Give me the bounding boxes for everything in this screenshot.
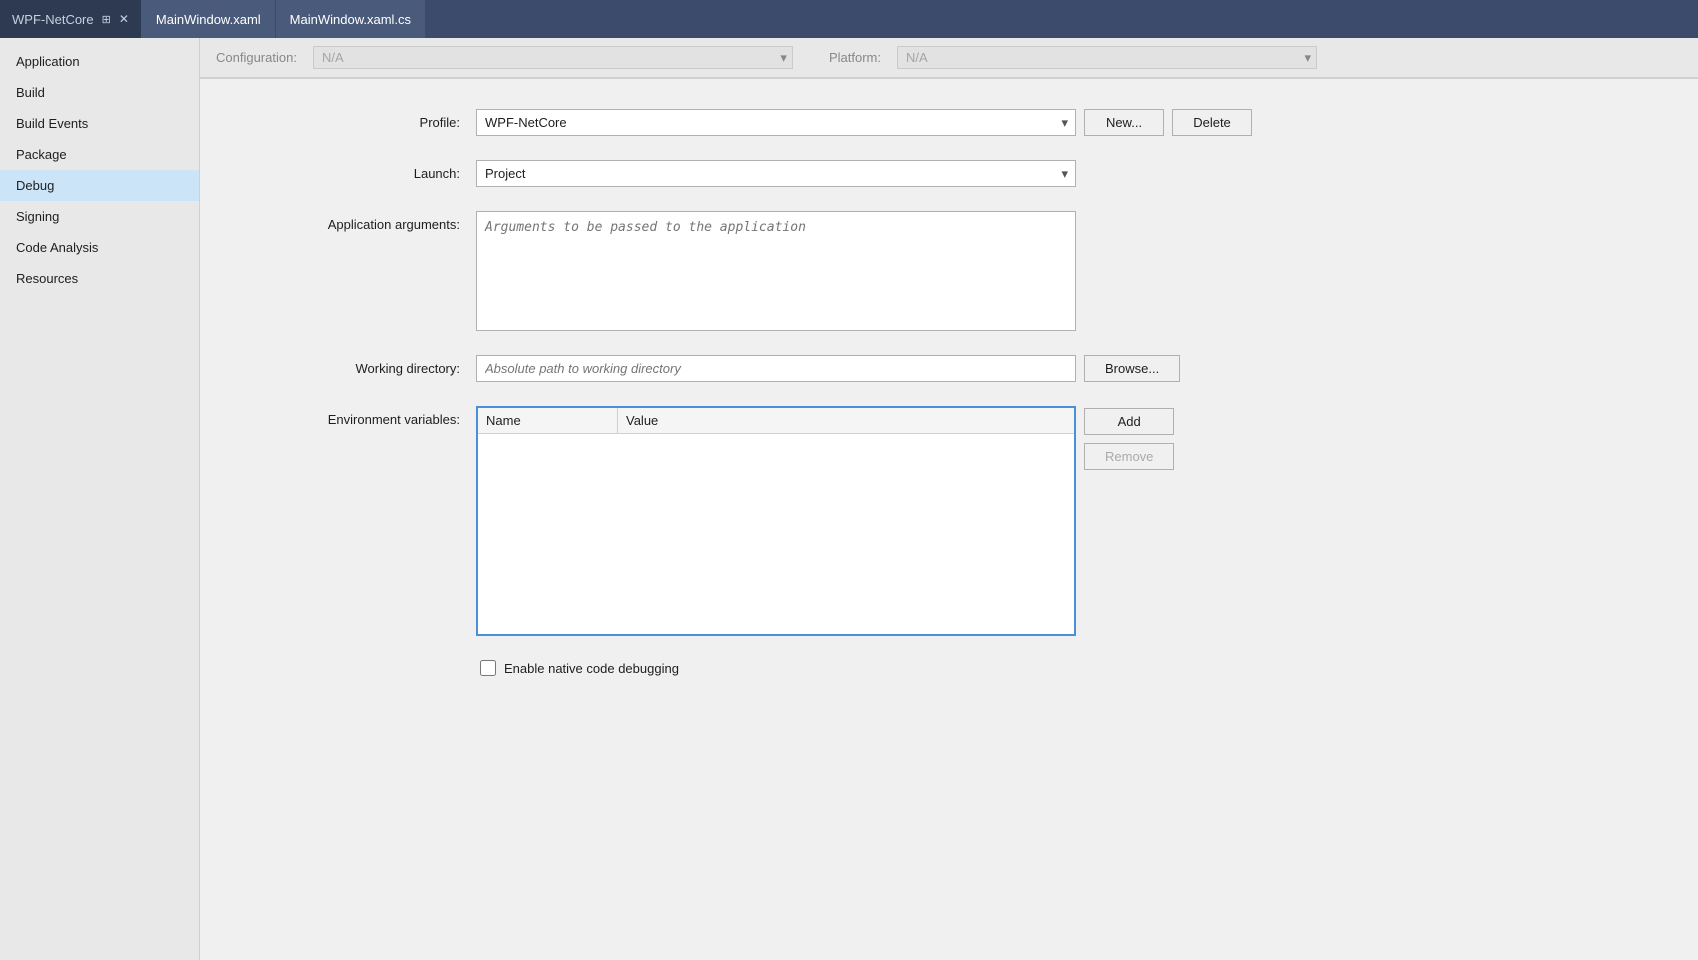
working-directory-label: Working directory: [240,355,460,376]
sidebar-item-package[interactable]: Package [0,139,199,170]
native-debugging-label[interactable]: Enable native code debugging [504,661,679,676]
platform-select[interactable]: N/A [897,46,1317,69]
main-layout: Application Build Build Events Package D… [0,38,1698,960]
environment-variables-label: Environment variables: [240,406,460,427]
content-area: Configuration: N/A Platform: N/A Profile… [200,38,1698,960]
working-directory-control-area: Browse... [476,355,1658,382]
project-tab[interactable]: WPF-NetCore ⊞ ✕ [0,0,142,38]
configuration-select[interactable]: N/A [313,46,793,69]
tab-mainwindow-xaml-cs[interactable]: MainWindow.xaml.cs [276,0,426,38]
env-col-value-header: Value [618,408,1074,433]
form-area: Profile: WPF-NetCore New... Delete Launc… [200,79,1698,706]
launch-label: Launch: [240,160,460,181]
profile-label: Profile: [240,109,460,130]
config-bar: Configuration: N/A Platform: N/A [200,38,1698,78]
project-tab-label: WPF-NetCore [12,12,94,27]
env-col-name-header: Name [478,408,618,433]
profile-select[interactable]: WPF-NetCore [476,109,1076,136]
pin-icon[interactable]: ⊞ [102,13,111,26]
profile-row: Profile: WPF-NetCore New... Delete [240,109,1658,136]
working-directory-row: Working directory: Browse... [240,355,1658,382]
sidebar-item-build[interactable]: Build [0,77,199,108]
app-arguments-row: Application arguments: [240,211,1658,331]
app-arguments-input[interactable] [476,211,1076,331]
configuration-label: Configuration: [216,50,297,65]
platform-select-wrapper: N/A [897,46,1317,69]
sidebar: Application Build Build Events Package D… [0,38,200,960]
env-buttons: Add Remove [1084,406,1174,470]
close-icon[interactable]: ✕ [119,12,129,26]
delete-button[interactable]: Delete [1172,109,1252,136]
launch-control-area: Project [476,160,1658,187]
native-debugging-row: Enable native code debugging [480,660,1658,676]
sidebar-item-debug[interactable]: Debug [0,170,199,201]
title-bar: WPF-NetCore ⊞ ✕ MainWindow.xaml MainWind… [0,0,1698,38]
new-button[interactable]: New... [1084,109,1164,136]
launch-select[interactable]: Project [476,160,1076,187]
environment-variables-control-area: Name Value Add Remove [476,406,1658,636]
profile-control-area: WPF-NetCore New... Delete [476,109,1658,136]
native-debugging-checkbox[interactable] [480,660,496,676]
profile-dropdown-wrapper: WPF-NetCore [476,109,1076,136]
configuration-select-wrapper: N/A [313,46,793,69]
browse-button[interactable]: Browse... [1084,355,1180,382]
add-button[interactable]: Add [1084,408,1174,435]
sidebar-item-build-events[interactable]: Build Events [0,108,199,139]
working-directory-input[interactable] [476,355,1076,382]
env-table-body[interactable] [478,434,1074,634]
app-arguments-control-area [476,211,1658,331]
remove-button[interactable]: Remove [1084,443,1174,470]
sidebar-item-application[interactable]: Application [0,46,199,77]
sidebar-item-resources[interactable]: Resources [0,263,199,294]
env-table-header: Name Value [478,408,1074,434]
tab-mainwindow-xaml[interactable]: MainWindow.xaml [142,0,276,38]
sidebar-item-signing[interactable]: Signing [0,201,199,232]
launch-dropdown-wrapper: Project [476,160,1076,187]
platform-label: Platform: [829,50,881,65]
environment-variables-row: Environment variables: Name Value Add Re… [240,406,1658,636]
environment-variables-table: Name Value [476,406,1076,636]
app-arguments-label: Application arguments: [240,211,460,232]
launch-row: Launch: Project [240,160,1658,187]
sidebar-item-code-analysis[interactable]: Code Analysis [0,232,199,263]
